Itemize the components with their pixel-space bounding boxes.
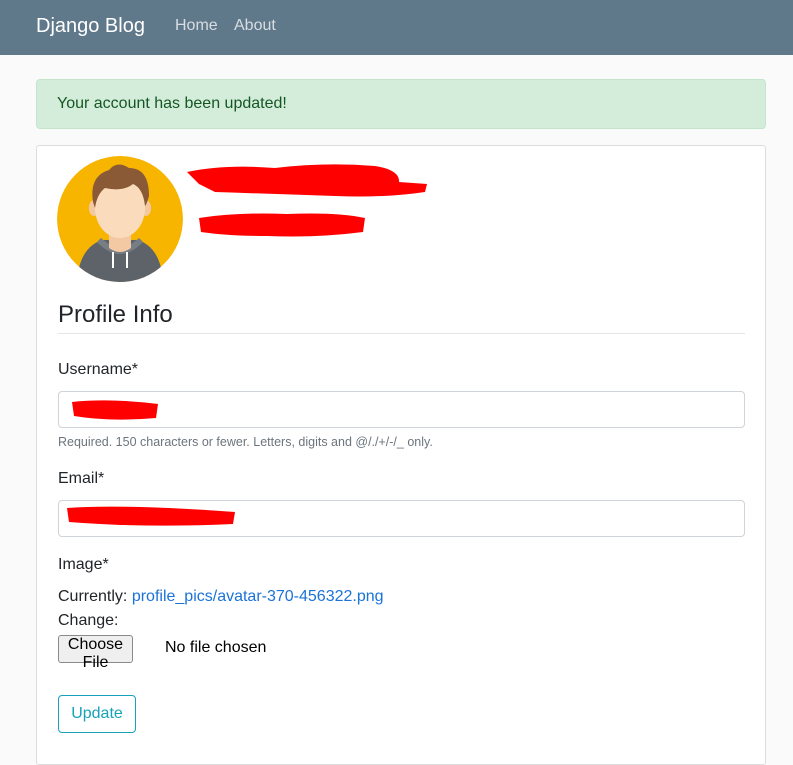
image-label: Image* bbox=[58, 556, 109, 573]
avatar-illustration bbox=[57, 156, 183, 282]
section-divider bbox=[58, 333, 745, 334]
alert-message: Your account has been updated! bbox=[57, 95, 287, 112]
redacted-email bbox=[197, 210, 367, 238]
username-label: Username* bbox=[58, 361, 139, 378]
update-button[interactable]: Update bbox=[58, 695, 136, 733]
redacted-username bbox=[185, 162, 429, 198]
username-help-text: Required. 150 characters or fewer. Lette… bbox=[58, 435, 433, 449]
email-label: Email* bbox=[58, 470, 105, 487]
profile-avatar bbox=[57, 156, 183, 282]
brand-logo[interactable]: Django Blog bbox=[36, 15, 145, 38]
nav-about-link[interactable]: About bbox=[234, 17, 276, 35]
change-label: Change: bbox=[58, 612, 119, 629]
choose-file-button[interactable]: Choose File bbox=[58, 635, 133, 671]
navbar: Django Blog Home About bbox=[0, 0, 793, 55]
no-file-chosen-text: No file chosen bbox=[165, 639, 267, 656]
success-alert: Your account has been updated! bbox=[36, 79, 766, 129]
nav-home-link[interactable]: Home bbox=[175, 17, 218, 35]
username-input[interactable] bbox=[58, 391, 745, 428]
redacted-username-value bbox=[70, 398, 160, 422]
current-image-link[interactable]: profile_pics/avatar-370-456322.png bbox=[132, 588, 384, 605]
current-image-row: Currently: profile_pics/avatar-370-45632… bbox=[58, 588, 384, 606]
currently-label: Currently: bbox=[58, 588, 128, 605]
section-title: Profile Info bbox=[58, 301, 173, 328]
profile-card: Profile Info Username* Required. 150 cha… bbox=[36, 145, 766, 765]
redacted-email-value bbox=[65, 504, 237, 528]
